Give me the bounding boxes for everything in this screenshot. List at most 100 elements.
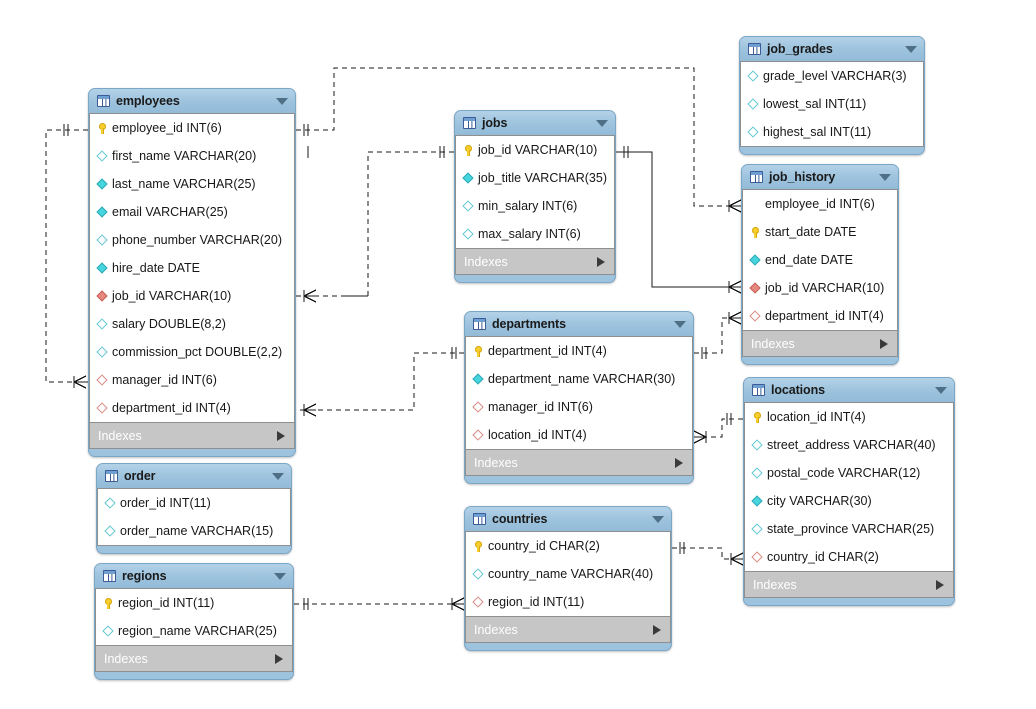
indexes-label: Indexes: [751, 336, 795, 351]
table-column[interactable]: region_id INT(11): [96, 589, 292, 617]
table-column[interactable]: location_id INT(4): [745, 403, 953, 431]
chevron-right-icon[interactable]: [675, 457, 683, 468]
table-column[interactable]: manager_id INT(6): [90, 366, 294, 394]
column-label: job_id VARCHAR(10): [112, 289, 232, 303]
foreign-key-icon: [97, 374, 108, 387]
table-column[interactable]: highest_sal INT(11): [741, 118, 923, 146]
chevron-down-icon[interactable]: [272, 472, 284, 480]
table-column[interactable]: grade_level VARCHAR(3): [741, 62, 923, 90]
table-column[interactable]: street_address VARCHAR(40): [745, 431, 953, 459]
table-jobs[interactable]: jobs job_id VARCHAR(10) job_title VARCHAR(…: [454, 110, 616, 283]
column-list: employee_id INT(6) first_name VARCHAR(20)…: [89, 113, 295, 423]
chevron-down-icon[interactable]: [879, 173, 891, 181]
indexes-section-regions[interactable]: Indexes: [95, 646, 293, 672]
table-countries[interactable]: countries country_id CHAR(2) country_name …: [464, 506, 672, 651]
chevron-right-icon[interactable]: [275, 653, 283, 664]
table-column[interactable]: employee_id INT(6): [90, 114, 294, 142]
rel-jobs-employees: [296, 151, 454, 297]
table-column[interactable]: postal_code VARCHAR(12): [745, 459, 953, 487]
primary-key-icon: [473, 345, 484, 358]
table-header-departments[interactable]: departments: [465, 312, 693, 336]
chevron-right-icon[interactable]: [277, 430, 285, 441]
table-column[interactable]: location_id INT(4): [466, 421, 692, 449]
column-icon: [752, 523, 763, 536]
chevron-down-icon[interactable]: [935, 386, 947, 394]
column-list: region_id INT(11) region_name VARCHAR(25): [95, 588, 293, 646]
table-column[interactable]: job_id VARCHAR(10): [456, 136, 614, 164]
table-column[interactable]: manager_id INT(6): [466, 393, 692, 421]
indexes-section-job_history[interactable]: Indexes: [742, 331, 898, 357]
chevron-down-icon[interactable]: [276, 97, 288, 105]
indexes-section-countries[interactable]: Indexes: [465, 617, 671, 643]
indexes-section-jobs[interactable]: Indexes: [455, 249, 615, 275]
table-column[interactable]: department_id INT(4): [743, 302, 897, 330]
chevron-down-icon[interactable]: [652, 515, 664, 523]
table-column[interactable]: job_id VARCHAR(10): [743, 274, 897, 302]
table-column[interactable]: hire_date DATE: [90, 254, 294, 282]
primary-key-icon: [473, 540, 484, 553]
table-departments[interactable]: departments department_id INT(4) departmen…: [464, 311, 694, 484]
table-column[interactable]: state_province VARCHAR(25): [745, 515, 953, 543]
table-header-locations[interactable]: locations: [744, 378, 954, 402]
table-column[interactable]: phone_number VARCHAR(20): [90, 226, 294, 254]
table-column[interactable]: region_id INT(11): [466, 588, 670, 616]
chevron-right-icon[interactable]: [597, 256, 605, 267]
table-column[interactable]: employee_id INT(6): [743, 190, 897, 218]
table-column[interactable]: job_id VARCHAR(10): [90, 282, 294, 310]
chevron-right-icon[interactable]: [936, 579, 944, 590]
table-regions[interactable]: regions region_id INT(11) region_name VARC…: [94, 563, 294, 680]
indexes-section-locations[interactable]: Indexes: [744, 572, 954, 598]
table-column[interactable]: commission_pct DOUBLE(2,2): [90, 338, 294, 366]
column-icon: [748, 70, 759, 83]
table-column[interactable]: max_salary INT(6): [456, 220, 614, 248]
table-column[interactable]: end_date DATE: [743, 246, 897, 274]
table-column[interactable]: first_name VARCHAR(20): [90, 142, 294, 170]
rel-employees-manager: [45, 129, 88, 383]
column-label: last_name VARCHAR(25): [112, 177, 256, 191]
table-header-jobs[interactable]: jobs: [455, 111, 615, 135]
table-header-order[interactable]: order: [97, 464, 291, 488]
chevron-down-icon[interactable]: [596, 119, 608, 127]
table-employees[interactable]: employees employee_id INT(6) first_name VA…: [88, 88, 296, 457]
table-job_history[interactable]: job_history employee_id INT(6) start_date …: [741, 164, 899, 365]
chevron-down-icon[interactable]: [674, 320, 686, 328]
table-header-job_history[interactable]: job_history: [742, 165, 898, 189]
column-label: region_id INT(11): [118, 596, 215, 610]
table-column[interactable]: department_name VARCHAR(30): [466, 365, 692, 393]
table-column[interactable]: start_date DATE: [743, 218, 897, 246]
er-diagram-canvas[interactable]: employees employee_id INT(6) first_name VA…: [0, 0, 1036, 709]
table-column[interactable]: department_id INT(4): [466, 337, 692, 365]
table-job_grades[interactable]: job_grades grade_level VARCHAR(3) lowest_s…: [739, 36, 925, 155]
column-icon: [103, 625, 114, 638]
table-column[interactable]: city VARCHAR(30): [745, 487, 953, 515]
table-column[interactable]: country_id CHAR(2): [745, 543, 953, 571]
table-column[interactable]: order_id INT(11): [98, 489, 290, 517]
table-column[interactable]: job_title VARCHAR(35): [456, 164, 614, 192]
table-column[interactable]: order_name VARCHAR(15): [98, 517, 290, 545]
chevron-down-icon[interactable]: [274, 572, 286, 580]
table-column[interactable]: email VARCHAR(25): [90, 198, 294, 226]
table-order[interactable]: order order_id INT(11) order_name VARCHAR(…: [96, 463, 292, 554]
table-locations[interactable]: locations location_id INT(4) street_addres…: [743, 377, 955, 606]
table-column[interactable]: department_id INT(4): [90, 394, 294, 422]
chevron-right-icon[interactable]: [880, 338, 888, 349]
column-icon: [463, 228, 474, 241]
table-header-employees[interactable]: employees: [89, 89, 295, 113]
table-column[interactable]: lowest_sal INT(11): [741, 90, 923, 118]
column-label: commission_pct DOUBLE(2,2): [112, 345, 283, 359]
table-header-countries[interactable]: countries: [465, 507, 671, 531]
rel-countries-locations: [672, 547, 743, 560]
table-column[interactable]: last_name VARCHAR(25): [90, 170, 294, 198]
indexes-section-employees[interactable]: Indexes: [89, 423, 295, 449]
table-column[interactable]: region_name VARCHAR(25): [96, 617, 292, 645]
indexes-section-departments[interactable]: Indexes: [465, 450, 693, 476]
chevron-right-icon[interactable]: [653, 624, 661, 635]
table-column[interactable]: min_salary INT(6): [456, 192, 614, 220]
table-column[interactable]: salary DOUBLE(8,2): [90, 310, 294, 338]
table-header-regions[interactable]: regions: [95, 564, 293, 588]
chevron-down-icon[interactable]: [905, 45, 917, 53]
table-column[interactable]: country_id CHAR(2): [466, 532, 670, 560]
rel-regions-countries-ends: [303, 597, 465, 611]
table-header-job_grades[interactable]: job_grades: [740, 37, 924, 61]
table-column[interactable]: country_name VARCHAR(40): [466, 560, 670, 588]
